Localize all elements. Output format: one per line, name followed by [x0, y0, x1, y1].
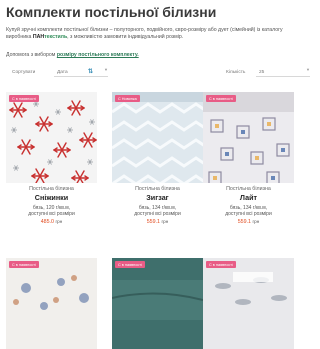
count-value: 25: [259, 70, 265, 75]
leaf-pattern: [215, 272, 287, 305]
description-tail: , з можливістю замовити індивідуальний р…: [67, 34, 184, 41]
status-badge: С в наявності: [9, 95, 39, 102]
product-image[interactable]: С Новинка: [112, 92, 203, 183]
zigzag-pattern: [112, 92, 203, 183]
product-price: 559.1 грн: [112, 219, 203, 225]
page-title: Комплекти постільної білизни: [6, 4, 217, 20]
price-currency: грн: [252, 219, 260, 224]
product-title[interactable]: Лайт: [203, 193, 294, 202]
price-currency: грн: [55, 219, 63, 224]
size-help-link[interactable]: розміру постільного комплекту.: [57, 52, 139, 58]
brand-tex[interactable]: текстиль: [44, 34, 67, 40]
brand-pan[interactable]: ПАН: [33, 34, 44, 40]
geometric-pattern: [203, 92, 294, 183]
product-sizes: доступні всі розміри: [225, 211, 272, 218]
product-image[interactable]: С в наявності: [203, 92, 294, 183]
product-specs: бязь, 134 г/кв.м, доступні всі розміри: [112, 205, 203, 218]
product-category: Постільна білизна: [226, 186, 271, 192]
product-image[interactable]: С в наявності: [203, 258, 294, 349]
category-description: Купуй зручні комплекти постільної білизн…: [6, 27, 306, 41]
help-prefix: Допомога з вибором: [6, 52, 57, 58]
price-value: 485.0: [40, 219, 54, 225]
product-specs: бязь, 120 г/кв.м, доступні всі розміри: [6, 205, 97, 218]
count-label: Кількість: [226, 70, 246, 75]
chevron-down-icon: ▼: [104, 67, 108, 72]
price-value: 559.1: [237, 219, 251, 225]
status-badge: С в наявності: [9, 261, 39, 268]
floral-pattern: [13, 275, 89, 310]
chevron-down-icon: ▼: [306, 67, 310, 72]
snowflake-pattern: [9, 100, 97, 183]
product-sizes: доступні всі розміри: [134, 211, 181, 218]
size-help: Допомога з вибором розміру постільного к…: [6, 52, 139, 58]
product-title[interactable]: Сніжинки: [6, 193, 97, 202]
sort-direction-icon[interactable]: ⇅: [88, 68, 93, 75]
status-badge: С в наявності: [206, 95, 236, 102]
sort-label: Сортувати: [12, 70, 36, 75]
product-image[interactable]: С в наявності: [6, 258, 97, 349]
sort-select[interactable]: Дата ▼: [54, 67, 108, 77]
product-price: 559.1 грн: [203, 219, 294, 225]
product-price: 485.0 грн: [6, 219, 97, 225]
product-sizes: доступні всі розміри: [28, 211, 75, 218]
product-specs: бязь, 134 г/кв.м, доступні всі розміри: [203, 205, 294, 218]
product-image[interactable]: С в наявності: [6, 92, 97, 183]
status-badge: С в наявності: [115, 261, 145, 268]
product-title[interactable]: Зигзаг: [112, 193, 203, 202]
filter-bar: Сортувати Дата ▼ ⇅ Кількість 25 ▼: [6, 67, 310, 79]
price-value: 559.1: [146, 219, 160, 225]
product-category: Постільна білизна: [29, 186, 74, 192]
price-currency: грн: [161, 219, 169, 224]
product-category: Постільна білизна: [135, 186, 180, 192]
sort-value: Дата: [57, 70, 68, 75]
product-image[interactable]: С в наявності: [112, 258, 203, 349]
status-badge: С в наявності: [206, 261, 236, 268]
count-select[interactable]: 25 ▼: [256, 67, 310, 77]
status-badge: С Новинка: [115, 95, 140, 102]
solid-fabric: [112, 280, 203, 320]
